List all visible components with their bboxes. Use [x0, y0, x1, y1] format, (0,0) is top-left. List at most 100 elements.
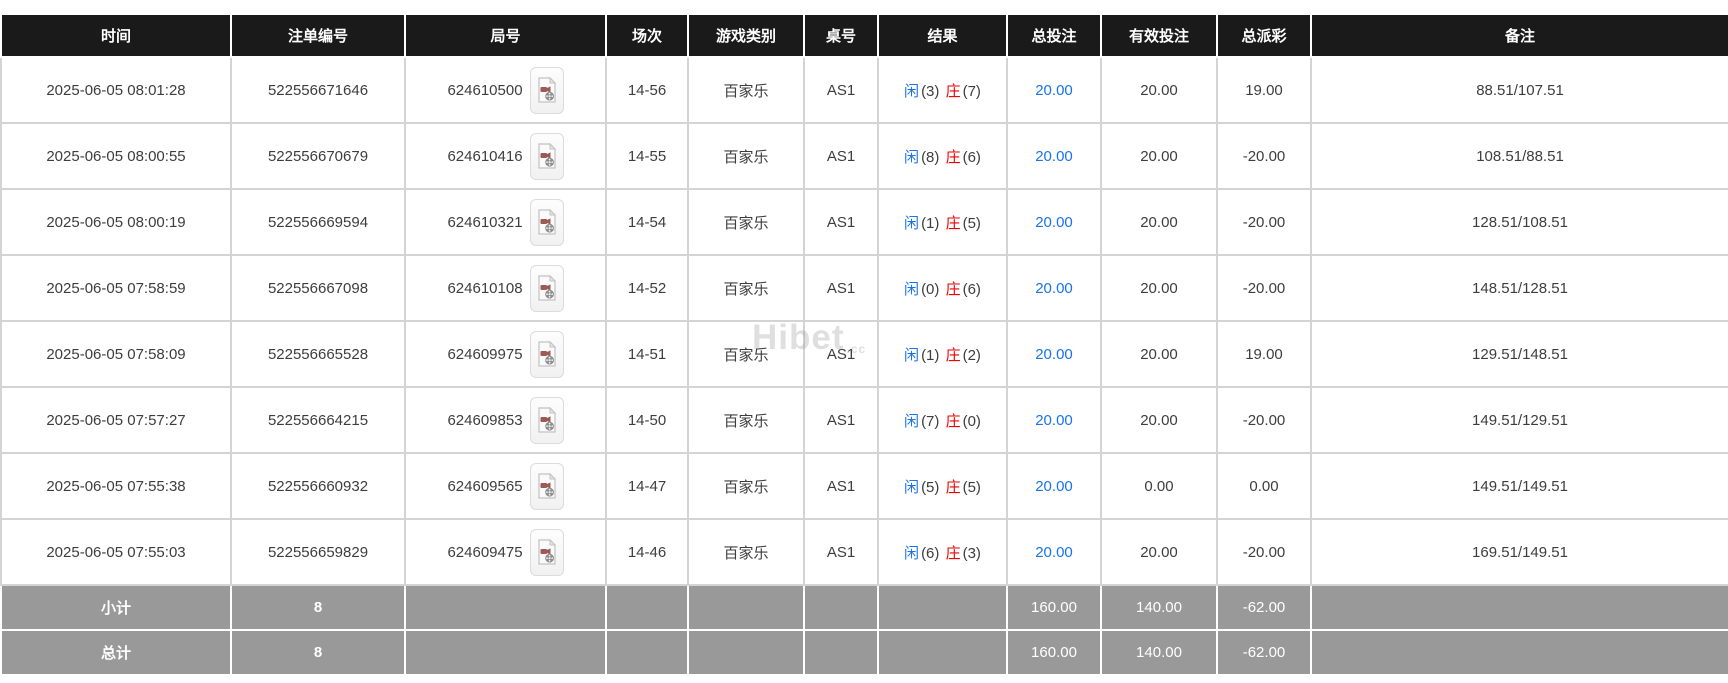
header-cell-time: 时间 [0, 13, 232, 58]
table-body: 2025-06-05 08:01:28 522556671646 6246105… [0, 56, 1728, 586]
video-replay-button[interactable] [529, 66, 564, 114]
player-result-label: 闲 [904, 214, 920, 232]
summary-label: 小计 [0, 584, 232, 631]
summary-empty-round [404, 629, 607, 676]
cell-round: 624610108 [404, 254, 607, 322]
player-result-label: 闲 [904, 412, 920, 430]
summary-empty-table-no [803, 629, 879, 676]
player-result-value: (7) [921, 412, 940, 430]
video-replay-button[interactable] [529, 528, 564, 576]
cell-game-type: 百家乐 [687, 122, 805, 190]
video-replay-button[interactable] [529, 330, 564, 378]
summary-count: 8 [230, 584, 406, 631]
video-file-icon [537, 341, 556, 367]
cell-time: 2025-06-05 07:55:38 [0, 452, 232, 520]
video-replay-button[interactable] [529, 396, 564, 444]
cell-valid-bet: 20.00 [1100, 518, 1218, 586]
summary-empty-remark [1310, 584, 1728, 631]
cell-round: 624609565 [404, 452, 607, 520]
cell-game-type: 百家乐 [687, 188, 805, 256]
player-result-label: 闲 [904, 478, 920, 496]
summary-empty-result [877, 629, 1008, 676]
table-row: 2025-06-05 07:58:09 522556665528 6246099… [0, 320, 1728, 388]
cell-total-bet: 20.00 [1006, 56, 1102, 124]
cell-payout: 19.00 [1216, 320, 1312, 388]
cell-valid-bet: 20.00 [1100, 188, 1218, 256]
round-number: 624609853 [447, 411, 523, 429]
video-replay-button[interactable] [529, 132, 564, 180]
summary-row: 小计 8 160.00 140.00 -62.00 [0, 584, 1728, 631]
summary-empty-round [404, 584, 607, 631]
cell-remark: 169.51/149.51 [1310, 518, 1728, 586]
cell-game-type: 百家乐 [687, 518, 805, 586]
total-bet-link[interactable]: 20.00 [1035, 412, 1073, 429]
cell-payout: 19.00 [1216, 56, 1312, 124]
total-bet-link[interactable]: 20.00 [1035, 478, 1073, 495]
table-row: 2025-06-05 07:58:59 522556667098 6246101… [0, 254, 1728, 322]
header-cell-table-no: 桌号 [803, 13, 879, 58]
cell-table-no: AS1 [803, 122, 879, 190]
round-number: 624609975 [447, 345, 523, 363]
cell-time: 2025-06-05 08:00:19 [0, 188, 232, 256]
summary-valid-bet: 140.00 [1100, 584, 1218, 631]
banker-result-value: (0) [962, 412, 981, 430]
cell-valid-bet: 20.00 [1100, 56, 1218, 124]
round-number: 624609475 [447, 543, 523, 561]
video-replay-button[interactable] [529, 462, 564, 510]
banker-result-label: 庄 [945, 544, 961, 562]
cell-session: 14-55 [605, 122, 689, 190]
summary-empty-game-type [687, 584, 805, 631]
cell-session: 14-46 [605, 518, 689, 586]
total-bet-link[interactable]: 20.00 [1035, 544, 1073, 561]
total-bet-link[interactable]: 20.00 [1035, 82, 1073, 99]
cell-result: 闲 (8) 庄 (6) [877, 122, 1008, 190]
summary-empty-game-type [687, 629, 805, 676]
video-file-icon [537, 143, 556, 169]
banker-result-value: (5) [962, 214, 981, 232]
player-result-label: 闲 [904, 346, 920, 364]
round-number: 624610416 [447, 147, 523, 165]
header-cell-remark: 备注 [1310, 13, 1728, 58]
total-bet-link[interactable]: 20.00 [1035, 148, 1073, 165]
cell-game-type: 百家乐 [687, 386, 805, 454]
table-row: 2025-06-05 08:01:28 522556671646 6246105… [0, 56, 1728, 124]
video-file-icon [537, 209, 556, 235]
video-replay-button[interactable] [529, 198, 564, 246]
cell-payout: -20.00 [1216, 188, 1312, 256]
banker-result-label: 庄 [945, 214, 961, 232]
cell-round: 624609475 [404, 518, 607, 586]
cell-total-bet: 20.00 [1006, 254, 1102, 322]
cell-session: 14-51 [605, 320, 689, 388]
banker-result-value: (3) [962, 544, 981, 562]
round-number: 624610321 [447, 213, 523, 231]
header-cell-round: 局号 [404, 13, 607, 58]
cell-round: 624610500 [404, 56, 607, 124]
cell-game-type: 百家乐 [687, 320, 805, 388]
video-replay-button[interactable] [529, 264, 564, 312]
banker-result-label: 庄 [945, 346, 961, 364]
cell-table-no: AS1 [803, 254, 879, 322]
video-file-icon [537, 539, 556, 565]
cell-remark: 128.51/108.51 [1310, 188, 1728, 256]
total-bet-link[interactable]: 20.00 [1035, 214, 1073, 231]
cell-round: 624609853 [404, 386, 607, 454]
banker-result-value: (5) [962, 478, 981, 496]
player-result-label: 闲 [904, 544, 920, 562]
cell-table-no: AS1 [803, 320, 879, 388]
header-cell-valid-bet: 有效投注 [1100, 13, 1218, 58]
cell-time: 2025-06-05 08:01:28 [0, 56, 232, 124]
cell-remark: 129.51/148.51 [1310, 320, 1728, 388]
cell-result: 闲 (6) 庄 (3) [877, 518, 1008, 586]
summary-valid-bet: 140.00 [1100, 629, 1218, 676]
cell-remark: 88.51/107.51 [1310, 56, 1728, 124]
total-bet-link[interactable]: 20.00 [1035, 346, 1073, 363]
cell-time: 2025-06-05 07:58:59 [0, 254, 232, 322]
player-result-value: (1) [921, 214, 940, 232]
header-cell-bet-id: 注单编号 [230, 13, 406, 58]
table-row: 2025-06-05 07:55:03 522556659829 6246094… [0, 518, 1728, 586]
player-result-value: (8) [921, 148, 940, 166]
video-file-icon [537, 473, 556, 499]
banker-result-value: (2) [962, 346, 981, 364]
table-row: 2025-06-05 08:00:55 522556670679 6246104… [0, 122, 1728, 190]
total-bet-link[interactable]: 20.00 [1035, 280, 1073, 297]
